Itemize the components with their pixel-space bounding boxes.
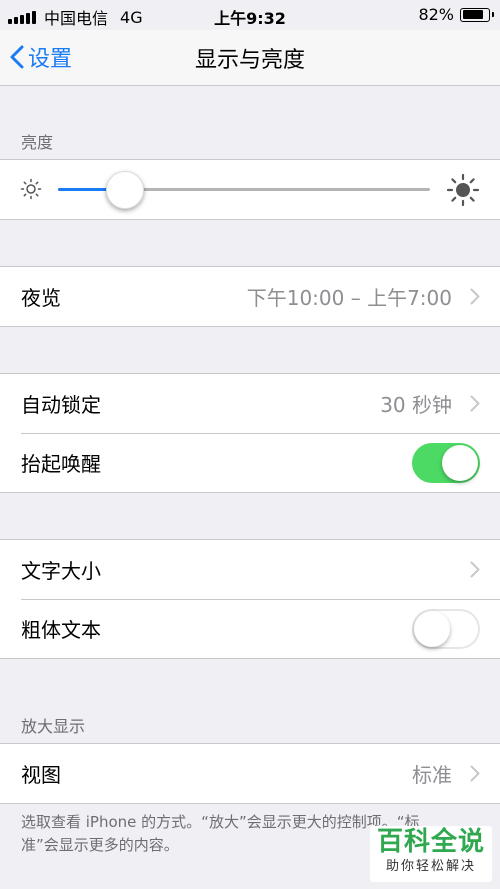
sun-large-icon (446, 173, 480, 207)
brightness-header: 亮度 (21, 133, 54, 152)
brightness-slider-row (0, 160, 500, 219)
text-size-row[interactable]: 文字大小 (0, 540, 500, 599)
view-row[interactable]: 视图 标准 (0, 744, 500, 803)
zoom-group: 视图 标准 (0, 743, 500, 804)
night-shift-value: 下午10:00 – 上午7:00 (246, 286, 452, 310)
view-value: 标准 (412, 763, 452, 787)
lock-group: 自动锁定 30 秒钟 抬起唤醒 (0, 373, 500, 493)
chevron-right-icon (470, 561, 480, 578)
toggle-knob (414, 611, 450, 647)
bold-text-row: 粗体文本 (0, 599, 500, 658)
night-shift-row[interactable]: 夜览 下午10:00 – 上午7:00 (0, 267, 500, 326)
chevron-right-icon (470, 288, 480, 305)
raise-to-wake-row: 抬起唤醒 (0, 433, 500, 492)
zoom-header: 放大显示 (21, 717, 86, 736)
view-label: 视图 (21, 763, 61, 787)
brightness-group (0, 159, 500, 220)
navigation-bar: 设置 显示与亮度 (0, 30, 500, 86)
brightness-slider[interactable] (58, 171, 430, 209)
text-group: 文字大小 粗体文本 (0, 539, 500, 659)
bold-text-toggle[interactable] (412, 609, 480, 649)
chevron-right-icon (470, 395, 480, 412)
status-right: 82% (418, 5, 494, 24)
toggle-knob (442, 445, 478, 481)
chevron-right-icon (470, 765, 480, 782)
battery-fill (462, 10, 483, 19)
page-title: 显示与亮度 (194, 48, 305, 73)
raise-to-wake-toggle[interactable] (412, 443, 480, 483)
watermark: 百科全说 助你轻松解决 (370, 826, 492, 882)
night-shift-label: 夜览 (21, 286, 61, 310)
sun-small-icon (20, 178, 42, 200)
battery-icon (460, 7, 494, 22)
status-bar: 中国电信 4G 上午9:32 82% (0, 0, 500, 30)
auto-lock-label: 自动锁定 (21, 393, 101, 417)
battery-percent: 82% (418, 5, 454, 24)
night-shift-group: 夜览 下午10:00 – 上午7:00 (0, 266, 500, 327)
auto-lock-row[interactable]: 自动锁定 30 秒钟 (0, 374, 500, 433)
auto-lock-value: 30 秒钟 (380, 393, 452, 417)
watermark-subtitle: 助你轻松解决 (385, 859, 476, 874)
watermark-title: 百科全说 (376, 827, 485, 857)
text-size-label: 文字大小 (21, 559, 101, 583)
bold-text-label: 粗体文本 (21, 618, 101, 642)
brightness-slider-thumb[interactable] (105, 171, 144, 209)
raise-to-wake-label: 抬起唤醒 (21, 452, 101, 476)
